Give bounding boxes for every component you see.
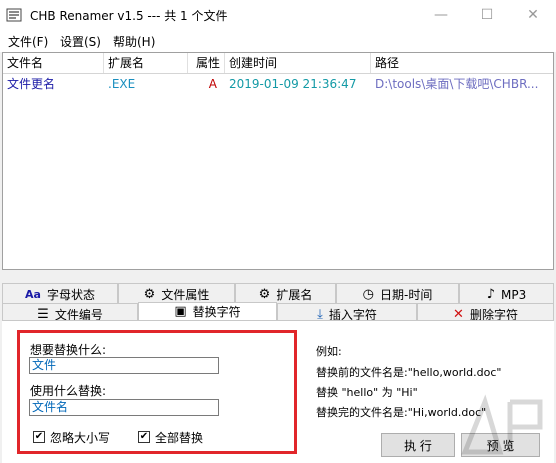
tab-date-time[interactable]: ◷ 日期-时间	[336, 283, 459, 305]
menu-file[interactable]: 文件(F)	[8, 33, 48, 50]
col-header-extension[interactable]: 扩展名	[104, 53, 188, 73]
cell-attributes: A	[208, 77, 217, 91]
replace-label: 使用什么替换:	[30, 384, 107, 398]
app-icon	[6, 8, 22, 22]
table-row[interactable]: 文件更名 .EXE A 2019-01-09 21:36:47 D:\tools…	[3, 74, 553, 94]
menu-settings[interactable]: 设置(S)	[60, 33, 101, 50]
col-header-created[interactable]: 创建时间	[225, 53, 371, 73]
example-line-2: 替换 "hello" 为 "Hi"	[316, 386, 418, 399]
cell-path: D:\tools\桌面\下载吧\CHBR...	[375, 77, 539, 91]
title-bar: CHB Renamer v1.5 --- 共 1 个文件 — ☐ ✕	[0, 0, 556, 30]
watermark-logo	[461, 394, 543, 455]
close-button[interactable]: ✕	[510, 0, 556, 30]
replace-input[interactable]: 文件名	[29, 399, 219, 416]
find-input[interactable]: 文件	[29, 357, 219, 374]
tab-mp3[interactable]: ♪ MP3	[459, 283, 554, 305]
cell-created: 2019-01-09 21:36:47	[229, 77, 357, 91]
tab-letter-case[interactable]: Aa 字母状态	[2, 283, 118, 305]
col-header-path[interactable]: 路径	[371, 53, 553, 73]
replace-all-checkbox[interactable]: ✔	[138, 431, 150, 443]
menu-bar: 文件(F) 设置(S) 帮助(H)	[0, 30, 556, 52]
menu-help[interactable]: 帮助(H)	[113, 33, 155, 50]
example-title: 例如:	[316, 345, 342, 358]
col-header-attributes[interactable]: 属性	[188, 53, 225, 73]
ignore-case-checkbox[interactable]: ✔	[33, 431, 45, 443]
find-label: 想要替换什么:	[30, 343, 107, 357]
tab-replace-characters[interactable]: ▣ 替换字符	[138, 302, 277, 321]
ignore-case-label: 忽略大小写	[50, 431, 111, 445]
cell-filename: 文件更名	[7, 77, 56, 91]
list-header: 文件名 扩展名 属性 创建时间 路径	[3, 53, 553, 74]
execute-button[interactable]: 执 行	[381, 433, 455, 457]
maximize-button[interactable]: ☐	[464, 0, 510, 30]
renamer-window: CHB Renamer v1.5 --- 共 1 个文件 — ☐ ✕ 文件(F)…	[0, 0, 556, 463]
cell-extension: .EXE	[108, 77, 136, 91]
col-header-filename[interactable]: 文件名	[3, 53, 104, 73]
replace-all-label: 全部替换	[155, 431, 204, 445]
file-list[interactable]: 文件名 扩展名 属性 创建时间 路径 文件更名 .EXE A 2019-01-0…	[2, 52, 554, 270]
example-line-1: 替换前的文件名是:"hello,world.doc"	[316, 366, 502, 379]
minimize-button[interactable]: —	[418, 0, 464, 30]
window-title: CHB Renamer v1.5 --- 共 1 个文件	[30, 9, 228, 23]
